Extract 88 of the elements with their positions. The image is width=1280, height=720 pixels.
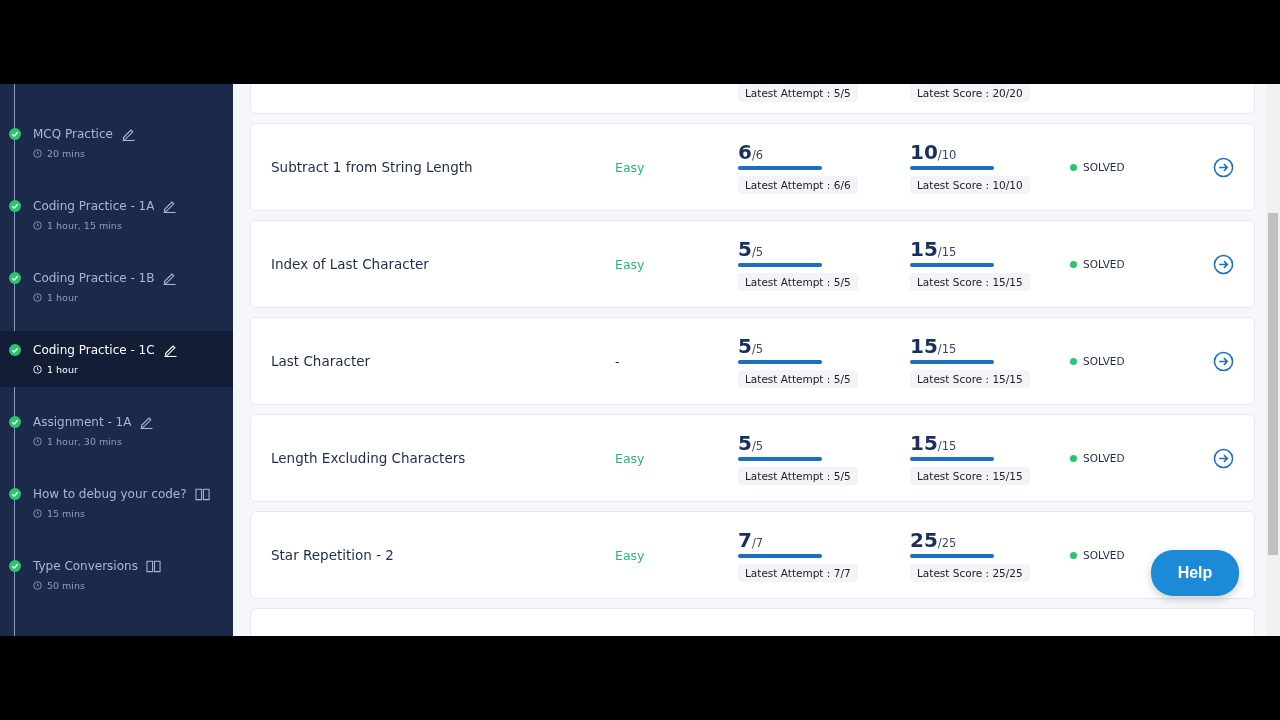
- score-value: 6: [738, 140, 752, 164]
- status-label: SOLVED: [1083, 258, 1125, 270]
- status-dot: [1070, 357, 1077, 365]
- sidebar-item[interactable]: Coding Practice - 1A 1 hour, 15 mins: [0, 187, 233, 243]
- item-duration: 1 hour, 15 mins: [47, 220, 122, 231]
- clock-icon: [33, 437, 42, 446]
- latest-chip: Latest Attempt : 5/5: [738, 84, 858, 102]
- status-dot: [1070, 163, 1077, 171]
- item-duration: 50 mins: [47, 580, 85, 591]
- question-title: Last Character: [271, 353, 372, 369]
- difficulty-label: Easy: [615, 159, 646, 175]
- score-value: 15: [910, 334, 938, 358]
- question-title: Star Repetition - 2: [271, 547, 395, 563]
- score-value: 5: [738, 237, 752, 261]
- sidebar-item[interactable]: Coding Practice - 1B 1 hour: [0, 259, 233, 315]
- latest-chip: Latest Score : 15/15: [910, 370, 1030, 388]
- question-title: Index of Last Character: [271, 256, 430, 272]
- arrow-right-icon[interactable]: [1213, 350, 1234, 372]
- clock-icon: [33, 581, 42, 590]
- sidebar-item[interactable]: Type Conversions 50 mins: [0, 547, 233, 603]
- status-label: SOLVED: [1083, 549, 1125, 561]
- sidebar-item[interactable]: Coding Practice - 1C 1 hour: [0, 331, 233, 387]
- score-value: 5: [738, 334, 752, 358]
- status-label: SOLVED: [1083, 452, 1125, 464]
- score-total: /15: [937, 439, 957, 453]
- score-total: /5: [751, 342, 764, 356]
- item-title: Coding Practice - 1C: [33, 342, 155, 357]
- score-value: 15: [910, 431, 938, 455]
- score-value: 10: [910, 140, 938, 164]
- latest-chip: Latest Score : 25/25: [910, 564, 1030, 582]
- clock-icon: [33, 149, 42, 158]
- clock-icon: [33, 509, 42, 518]
- clock-icon: [33, 293, 42, 302]
- score-total: /10: [937, 148, 957, 162]
- difficulty-label: -: [615, 353, 621, 369]
- score-total: /15: [937, 342, 957, 356]
- sidebar-item[interactable]: MCQ Practice 20 mins: [0, 115, 233, 171]
- score-total: /5: [751, 245, 764, 259]
- score-value: 7: [738, 528, 752, 552]
- question-title: Length Excluding Characters: [271, 450, 467, 466]
- latest-chip: Latest Attempt : 5/5: [738, 370, 858, 388]
- sidebar-item[interactable]: How to debug your code? 15 mins: [0, 475, 233, 531]
- item-title: Assignment - 1A: [33, 414, 132, 429]
- item-title: Coding Practice - 1B: [33, 270, 155, 285]
- item-title: Type Conversions: [33, 558, 138, 573]
- score-total: /15: [937, 245, 957, 259]
- status-dot: [1070, 260, 1077, 268]
- arrow-right-icon[interactable]: [1213, 156, 1234, 178]
- status-label: SOLVED: [1083, 355, 1125, 367]
- arrow-right-icon[interactable]: [1213, 253, 1234, 275]
- scrollbar[interactable]: [1266, 84, 1280, 636]
- clock-icon: [33, 365, 42, 374]
- difficulty-label: Easy: [615, 256, 646, 272]
- score-total: /25: [937, 536, 957, 550]
- item-duration: 20 mins: [47, 148, 85, 159]
- score-total: /6: [751, 148, 764, 162]
- latest-chip: Latest Score : 20/20: [910, 84, 1030, 102]
- item-duration: 1 hour: [47, 292, 78, 303]
- arrow-right-icon[interactable]: [1213, 447, 1234, 469]
- question-title: Subtract 1 from String Length: [271, 159, 474, 175]
- difficulty-label: Easy: [615, 547, 646, 563]
- book-icon: [194, 486, 210, 501]
- sidebar-item[interactable]: Assignment - 1A 1 hour, 30 mins: [0, 403, 233, 459]
- latest-chip: Latest Score : 15/15: [910, 467, 1030, 485]
- item-title: How to debug your code?: [33, 486, 187, 501]
- latest-chip: Latest Score : 10/10: [910, 176, 1030, 194]
- latest-chip: Latest Attempt : 7/7: [738, 564, 858, 582]
- clock-icon: [33, 221, 42, 230]
- book-icon: [145, 558, 161, 573]
- item-duration: 15 mins: [47, 508, 85, 519]
- status-dot: [1070, 454, 1077, 462]
- status-label: SOLVED: [1083, 161, 1125, 173]
- help-button[interactable]: Help: [1151, 550, 1239, 596]
- latest-chip: Latest Attempt : 6/6: [738, 176, 858, 194]
- item-duration: 1 hour, 30 mins: [47, 436, 122, 447]
- score-value: 15: [910, 237, 938, 261]
- latest-chip: Latest Score : 15/15: [910, 273, 1030, 291]
- score-value: 5: [738, 431, 752, 455]
- latest-chip: Latest Attempt : 5/5: [738, 273, 858, 291]
- score-total: /7: [751, 536, 764, 550]
- item-duration: 1 hour: [47, 364, 78, 375]
- score-value: 25: [910, 528, 938, 552]
- item-title: Coding Practice - 1A: [33, 198, 155, 213]
- score-total: /5: [751, 439, 764, 453]
- difficulty-label: Easy: [615, 450, 646, 466]
- status-dot: [1070, 551, 1077, 559]
- item-title: MCQ Practice: [33, 126, 113, 141]
- latest-chip: Latest Attempt : 5/5: [738, 467, 858, 485]
